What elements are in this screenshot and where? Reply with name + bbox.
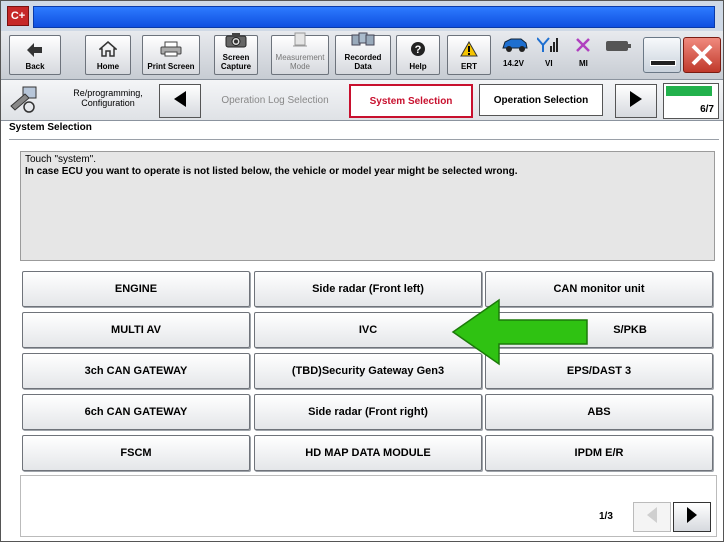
minimize-icon [650, 60, 676, 66]
measurement-mode-label: Measurement Mode [275, 53, 325, 71]
close-button[interactable] [683, 37, 721, 73]
recorded-data-label: Recorded Data [344, 53, 382, 71]
next-step-button[interactable] [615, 84, 657, 118]
battery-icon [605, 39, 633, 58]
page-title: System Selection [9, 122, 719, 140]
measurement-mode-button[interactable]: Measurement Mode [271, 32, 329, 75]
next-page-button[interactable] [673, 502, 711, 532]
title-bar-fill [33, 6, 715, 28]
system-list: ENGINE Side radar (Front left) CAN monit… [20, 267, 715, 473]
print-screen-button[interactable]: Print Screen [142, 35, 200, 75]
instruction-line-2: In case ECU you want to operate is not l… [25, 166, 518, 177]
ert-button[interactable]: ERT [447, 35, 491, 75]
step-progress-fill [666, 86, 712, 96]
screen-capture-button[interactable]: Screen Capture [214, 32, 258, 75]
system-button-hd-map-data-module[interactable]: HD MAP DATA MODULE [254, 435, 482, 471]
warning-icon [460, 40, 478, 61]
highlight-arrow-icon [451, 298, 588, 366]
triangle-left-icon [172, 90, 188, 113]
title-bar: C+ [1, 1, 723, 31]
pager-area: 1/3 [20, 475, 717, 537]
help-label: Help [409, 62, 427, 71]
step-counter: 6/7 [700, 104, 714, 115]
help-button[interactable]: ? Help [396, 35, 440, 75]
system-button-6ch-can-gateway[interactable]: 6ch CAN GATEWAY [22, 394, 250, 430]
step-operation-log-selection[interactable]: Operation Log Selection [207, 84, 343, 116]
step-navigation-bar: Re/programming, Configuration Operation … [1, 80, 723, 121]
system-button-multi-av[interactable]: MULTI AV [22, 312, 250, 348]
step-system-selection[interactable]: System Selection [349, 84, 473, 118]
system-button-side-radar-front-right[interactable]: Side radar (Front right) [254, 394, 482, 430]
instruction-panel: Touch "system". In case ECU you want to … [20, 151, 715, 261]
home-label: Home [96, 62, 120, 71]
svg-text:?: ? [415, 44, 422, 56]
close-icon [690, 43, 714, 72]
system-button-abs[interactable]: ABS [485, 394, 713, 430]
home-button[interactable]: Home [85, 35, 131, 75]
vi-status: VI [545, 59, 553, 68]
system-button-fscm[interactable]: FSCM [22, 435, 250, 471]
voltage-readout: 14.2V [503, 59, 524, 68]
system-button-3ch-can-gateway[interactable]: 3ch CAN GATEWAY [22, 353, 250, 389]
system-button-ipdm-er[interactable]: IPDM E/R [485, 435, 713, 471]
home-icon [98, 41, 118, 61]
instruction-line-1: Touch "system". [25, 154, 97, 165]
minimize-button[interactable] [643, 37, 681, 73]
triangle-right-icon [628, 90, 644, 113]
reprogramming-icon [9, 86, 39, 119]
ert-label: ERT [461, 62, 477, 71]
app-logo-icon: C+ [7, 6, 29, 26]
status-indicators: 14.2V VI MI [495, 35, 635, 73]
help-icon: ? [410, 41, 426, 61]
triangle-left-icon [645, 506, 659, 529]
back-arrow-icon [27, 43, 43, 61]
printer-icon [160, 41, 182, 61]
app-window: C+ Back Home Print Screen Screen Capture… [0, 0, 724, 542]
triangle-right-icon [685, 506, 699, 529]
system-button-engine[interactable]: ENGINE [22, 271, 250, 307]
reprogramming-configuration-label: Re/programming, Configuration [73, 88, 143, 108]
mi-disconnected-icon [575, 37, 591, 58]
camera-icon [225, 32, 247, 52]
recorded-data-icon [350, 32, 376, 52]
vehicle-icon [501, 37, 529, 58]
recorded-data-button[interactable]: Recorded Data [335, 32, 391, 75]
back-label: Back [25, 62, 45, 71]
previous-page-button[interactable] [633, 502, 671, 532]
signal-icon [536, 37, 559, 58]
print-screen-label: Print Screen [147, 62, 195, 71]
measurement-icon [291, 32, 309, 52]
mi-status: MI [579, 59, 588, 68]
page-indicator: 1/3 [599, 511, 613, 522]
previous-step-button[interactable] [159, 84, 201, 118]
step-progress: 6/7 [663, 83, 719, 119]
toolbar: Back Home Print Screen Screen Capture Me… [1, 31, 723, 80]
step-operation-selection[interactable]: Operation Selection [479, 84, 603, 116]
screen-capture-label: Screen Capture [220, 53, 252, 71]
back-button[interactable]: Back [9, 35, 61, 75]
